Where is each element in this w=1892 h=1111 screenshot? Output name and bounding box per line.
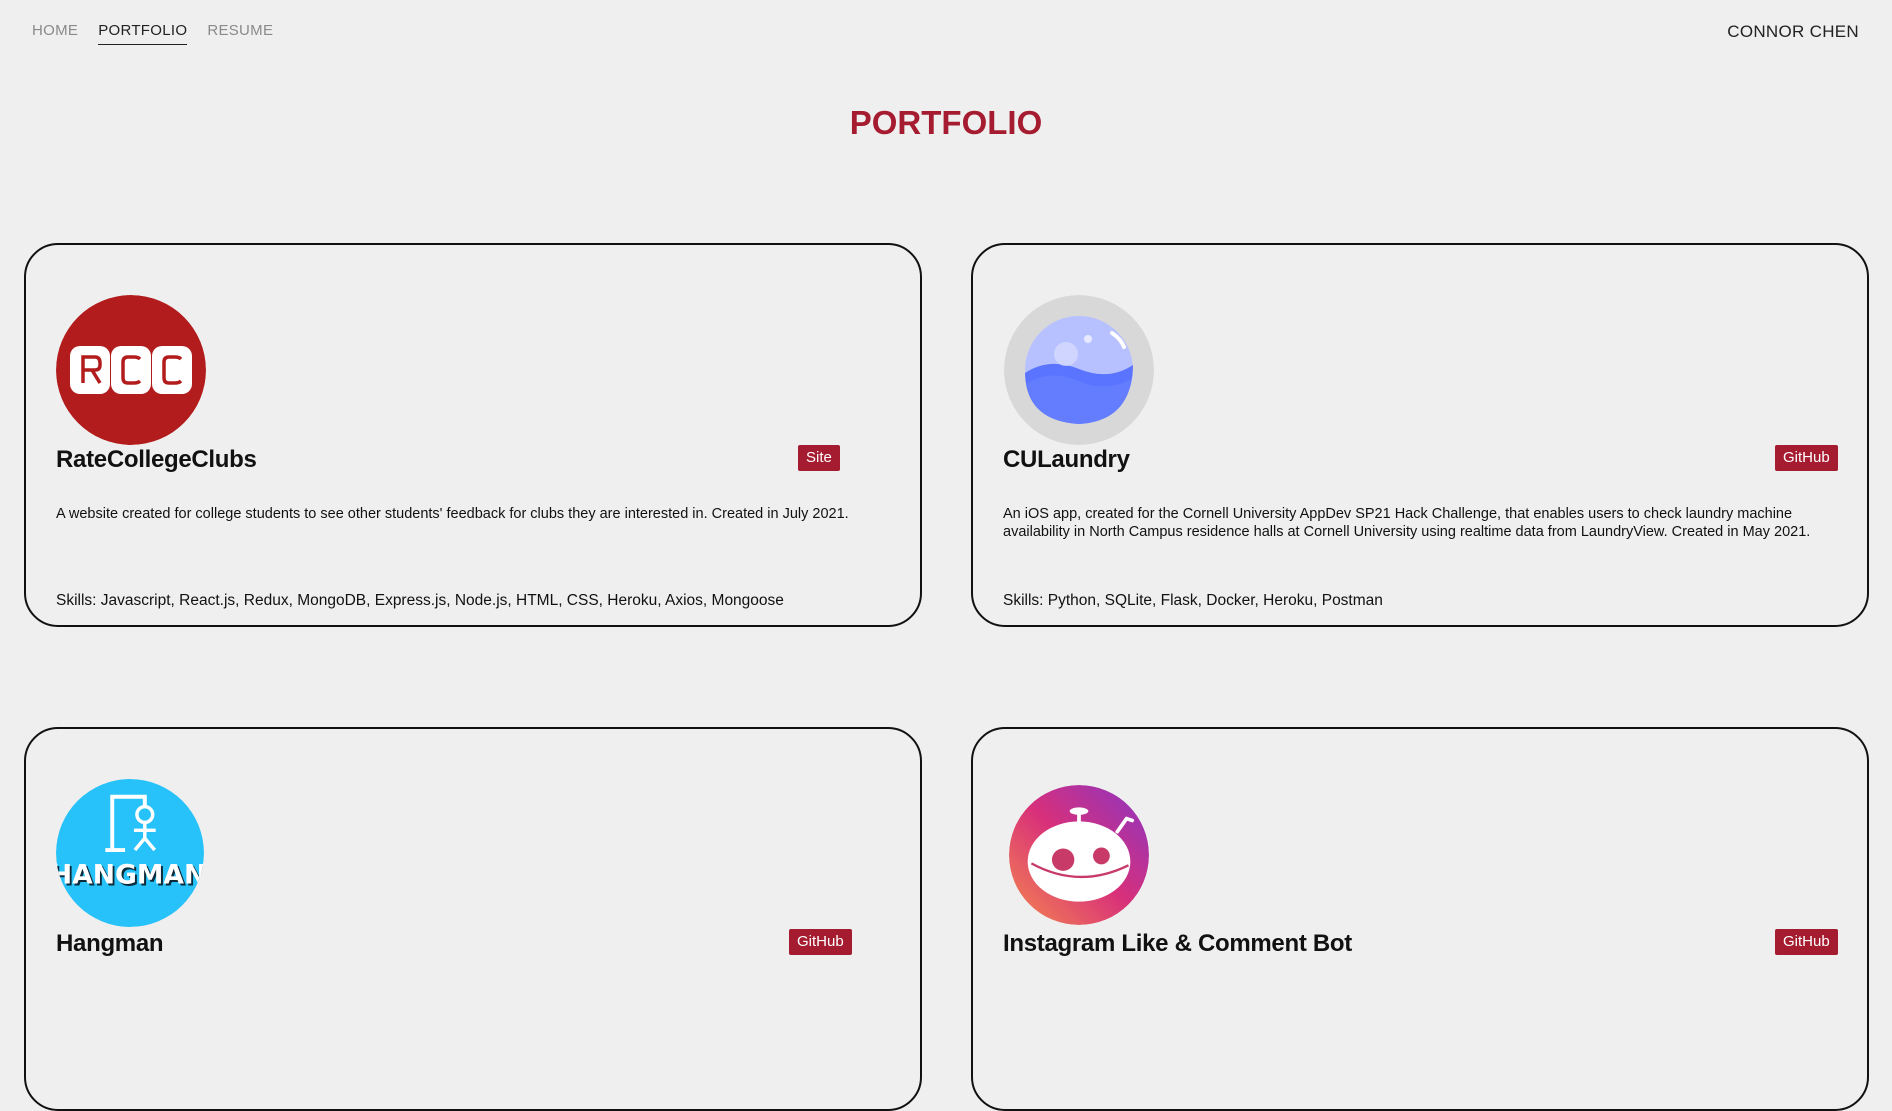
svg-text:HANGMAN: HANGMAN: [56, 860, 204, 891]
robot-icon: [1009, 785, 1149, 925]
github-link-button[interactable]: GitHub: [789, 929, 852, 955]
project-title: Instagram Like & Comment Bot: [1003, 930, 1352, 957]
github-link-button[interactable]: GitHub: [1775, 929, 1838, 955]
page-title: PORTFOLIO: [849, 104, 1043, 141]
project-card-hangman: HANGMAN HANGMAN Hangman GitHub: [24, 727, 922, 1111]
nav-home-link[interactable]: HOME: [32, 22, 78, 45]
nav-links: HOME PORTFOLIO RESUME: [32, 22, 273, 45]
project-title: Hangman: [56, 930, 164, 957]
project-skills: Skills: Javascript, React.js, Redux, Mon…: [56, 592, 784, 609]
hangman-logo-icon: HANGMAN HANGMAN: [56, 779, 204, 927]
github-link-button[interactable]: GitHub: [1775, 445, 1838, 471]
project-card-ratecollegeclubs: RateCollegeClubs Site A website created …: [24, 243, 922, 627]
project-title: RateCollegeClubs: [56, 446, 257, 473]
site-brand[interactable]: CONNOR CHEN: [1727, 22, 1859, 42]
project-description: A website created for college students t…: [56, 506, 849, 522]
project-card-instagram-bot: Instagram Like & Comment Bot GitHub: [971, 727, 1869, 1111]
project-title: CULaundry: [1003, 446, 1130, 473]
project-card-culaundry: CULaundry GitHub An iOS app, created for…: [971, 243, 1869, 627]
top-nav: HOME PORTFOLIO RESUME CONNOR CHEN: [0, 0, 1892, 62]
site-link-button[interactable]: Site: [798, 445, 840, 471]
nav-resume-link[interactable]: RESUME: [207, 22, 273, 45]
nav-portfolio-link[interactable]: PORTFOLIO: [98, 22, 188, 45]
project-description: An iOS app, created for the Cornell Univ…: [1003, 506, 1811, 540]
project-skills: Skills: Python, SQLite, Flask, Docker, H…: [1003, 592, 1383, 609]
rcc-logo-icon: [56, 295, 206, 445]
water-sphere-icon: [1004, 295, 1154, 445]
